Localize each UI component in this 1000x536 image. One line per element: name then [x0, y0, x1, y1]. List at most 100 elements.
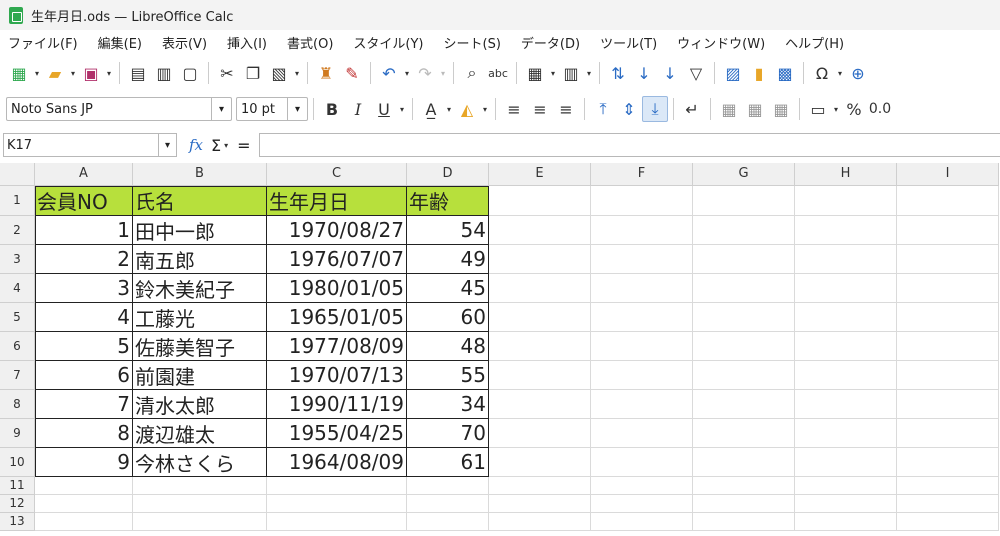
cell[interactable]	[897, 361, 999, 390]
cell[interactable]	[795, 216, 897, 245]
cell[interactable]	[795, 303, 897, 332]
cell[interactable]	[591, 274, 693, 303]
merge-cells-icon[interactable]: ▦	[716, 96, 742, 122]
cell[interactable]	[407, 477, 489, 495]
table-data-cell[interactable]: 1955/04/25	[267, 419, 407, 448]
cell[interactable]	[407, 513, 489, 531]
table-data-cell[interactable]: 55	[407, 361, 489, 390]
pivot-table-icon[interactable]: ▩	[772, 60, 798, 86]
table-header-cell[interactable]: 年齢	[407, 186, 489, 216]
cell[interactable]	[489, 513, 591, 531]
align-left-icon[interactable]: ≡	[501, 96, 527, 122]
cell[interactable]	[35, 513, 133, 531]
save-icon[interactable]: ▣	[78, 60, 104, 86]
row-header[interactable]: 11	[0, 477, 35, 495]
export-pdf-icon[interactable]: ▤	[125, 60, 151, 86]
table-header-cell[interactable]: 生年月日	[267, 186, 407, 216]
cell[interactable]	[897, 513, 999, 531]
new-document-icon[interactable]: ▦	[6, 60, 32, 86]
menu-format[interactable]: 書式(O)	[279, 33, 341, 52]
menu-file[interactable]: ファイル(F)	[0, 33, 86, 52]
align-top-icon[interactable]: ⤒	[590, 96, 616, 122]
menu-tools[interactable]: ツール(T)	[592, 33, 665, 52]
merge-center-icon[interactable]: ▦	[742, 96, 768, 122]
row-header[interactable]: 3	[0, 245, 35, 274]
sort-descending-icon[interactable]: ↓	[657, 60, 683, 86]
menu-view[interactable]: 表示(V)	[154, 33, 215, 52]
cell[interactable]	[489, 419, 591, 448]
cell[interactable]	[795, 448, 897, 477]
cell[interactable]	[897, 495, 999, 513]
column-header[interactable]: G	[693, 163, 795, 186]
column-header[interactable]: I	[897, 163, 999, 186]
name-box[interactable]: K17 ▾	[3, 133, 177, 157]
cell[interactable]	[897, 448, 999, 477]
font-color-dropdown-icon[interactable]: ▾	[444, 105, 454, 114]
cell[interactable]	[897, 186, 999, 216]
table-data-cell[interactable]: 8	[35, 419, 133, 448]
table-header-cell[interactable]: 氏名	[133, 186, 267, 216]
cell[interactable]	[693, 477, 795, 495]
cell[interactable]	[267, 513, 407, 531]
cell[interactable]	[267, 495, 407, 513]
cell[interactable]	[489, 477, 591, 495]
select-all-corner[interactable]	[0, 163, 35, 186]
table-data-cell[interactable]: 今林さくら	[133, 448, 267, 477]
cell[interactable]	[795, 332, 897, 361]
special-character-dropdown-icon[interactable]: ▾	[835, 69, 845, 78]
cut-icon[interactable]: ✂	[214, 60, 240, 86]
table-data-cell[interactable]: 5	[35, 332, 133, 361]
function-wizard-button[interactable]: fx	[189, 136, 203, 154]
table-data-cell[interactable]: 田中一郎	[133, 216, 267, 245]
cell[interactable]	[795, 245, 897, 274]
row-header[interactable]: 12	[0, 495, 35, 513]
row-header[interactable]: 9	[0, 419, 35, 448]
cell[interactable]	[897, 419, 999, 448]
unmerge-cells-icon[interactable]: ▦	[768, 96, 794, 122]
cell[interactable]	[897, 390, 999, 419]
table-data-cell[interactable]: 2	[35, 245, 133, 274]
cell[interactable]	[693, 274, 795, 303]
bold-button[interactable]: B	[319, 96, 345, 122]
hyperlink-icon[interactable]: ⊕	[845, 60, 871, 86]
column-icon[interactable]: ▥	[558, 60, 584, 86]
cell[interactable]	[897, 303, 999, 332]
cell[interactable]	[489, 245, 591, 274]
table-data-cell[interactable]: 4	[35, 303, 133, 332]
table-data-cell[interactable]: 7	[35, 390, 133, 419]
table-data-cell[interactable]: 3	[35, 274, 133, 303]
cell[interactable]	[795, 513, 897, 531]
sort-icon[interactable]: ⇅	[605, 60, 631, 86]
cell[interactable]	[489, 303, 591, 332]
percent-format-button[interactable]: %	[841, 96, 867, 122]
row-header[interactable]: 1	[0, 186, 35, 216]
italic-button[interactable]: I	[345, 96, 371, 122]
row-header[interactable]: 7	[0, 361, 35, 390]
menu-data[interactable]: データ(D)	[513, 33, 588, 52]
cell[interactable]	[489, 361, 591, 390]
cell[interactable]	[489, 274, 591, 303]
table-data-cell[interactable]: 工藤光	[133, 303, 267, 332]
sum-dropdown-icon[interactable]: ▾	[221, 141, 231, 150]
row-header[interactable]: 6	[0, 332, 35, 361]
table-data-cell[interactable]: 1964/08/09	[267, 448, 407, 477]
font-name-combobox[interactable]: Noto Sans JP ▾	[6, 97, 232, 121]
column-header[interactable]: A	[35, 163, 133, 186]
sort-ascending-icon[interactable]: ↓	[631, 60, 657, 86]
font-color-icon[interactable]: A̲	[418, 96, 444, 122]
find-replace-icon[interactable]: ⌕	[459, 60, 485, 86]
menu-sheet[interactable]: シート(S)	[436, 33, 509, 52]
align-center-icon[interactable]: ≡	[527, 96, 553, 122]
column-header[interactable]: E	[489, 163, 591, 186]
cell[interactable]	[897, 216, 999, 245]
currency-format-icon[interactable]: ▭	[805, 96, 831, 122]
cell[interactable]	[693, 495, 795, 513]
table-data-cell[interactable]: 9	[35, 448, 133, 477]
row-header[interactable]: 13	[0, 513, 35, 531]
table-data-cell[interactable]: 前園建	[133, 361, 267, 390]
cell[interactable]	[897, 477, 999, 495]
cell[interactable]	[693, 361, 795, 390]
cell[interactable]	[591, 390, 693, 419]
clone-formatting-icon[interactable]: ♜	[313, 60, 339, 86]
paste-dropdown-icon[interactable]: ▾	[292, 69, 302, 78]
